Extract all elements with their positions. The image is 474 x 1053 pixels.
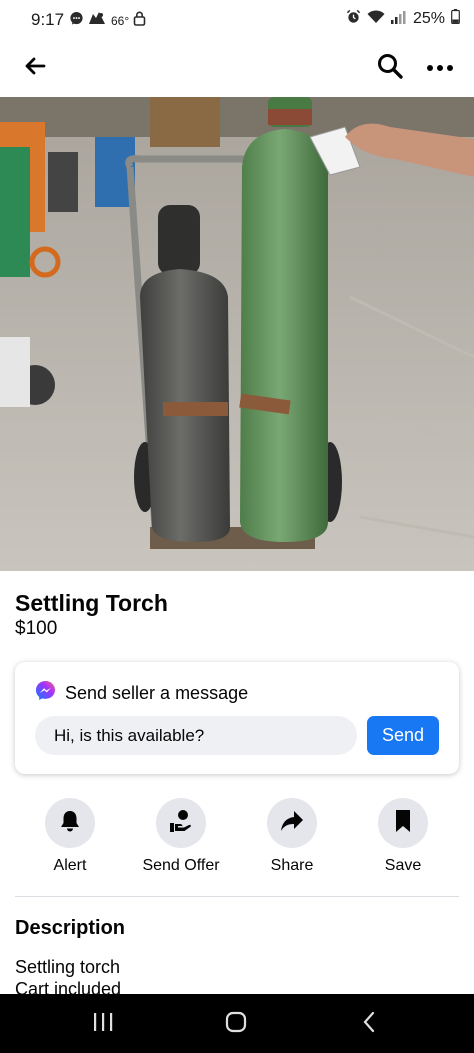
more-horizontal-icon — [426, 59, 454, 77]
message-card-title: Send seller a message — [65, 682, 249, 703]
listing-title: Settling Torch — [15, 590, 168, 616]
send-offer-icon — [168, 808, 194, 839]
wifi-icon — [367, 9, 385, 29]
back-button[interactable] — [19, 52, 51, 84]
status-temperature: 66° — [111, 14, 130, 28]
app-notification-icon — [88, 11, 106, 31]
messenger-icon — [35, 680, 56, 706]
status-time: 9:17 — [31, 10, 65, 29]
top-nav — [0, 40, 474, 96]
message-input[interactable] — [35, 716, 357, 755]
alert-button[interactable]: Alert — [15, 798, 125, 875]
bell-icon — [59, 809, 81, 838]
listing-photo[interactable] — [0, 97, 474, 571]
signal-icon — [390, 10, 407, 29]
home-button[interactable] — [206, 1004, 266, 1044]
alert-label: Alert — [53, 857, 87, 874]
recent-apps-icon — [92, 1012, 114, 1036]
home-icon — [225, 1011, 247, 1038]
battery-icon — [451, 9, 460, 29]
save-label: Save — [384, 857, 422, 874]
more-options-button[interactable] — [424, 52, 456, 84]
bookmark-icon — [394, 809, 412, 838]
share-icon — [280, 810, 304, 837]
recent-apps-button[interactable] — [73, 1004, 133, 1044]
listing-actions: Alert Send Offer Share Save — [0, 798, 474, 888]
save-button[interactable]: Save — [348, 798, 458, 875]
alarm-icon — [346, 9, 361, 29]
message-card-header: Send seller a message — [35, 680, 248, 706]
share-label: Share — [270, 857, 314, 874]
welding-cylinders-cart-image — [0, 97, 474, 571]
status-bar: 9:17 66° 25% — [0, 0, 474, 40]
lock-icon — [133, 11, 146, 31]
send-offer-label: Send Offer — [142, 857, 220, 874]
chevron-left-icon — [362, 1011, 376, 1038]
arrow-left-icon — [23, 54, 47, 83]
system-back-button[interactable] — [339, 1004, 399, 1044]
search-icon — [376, 52, 404, 85]
share-button[interactable]: Share — [237, 798, 347, 875]
send-button[interactable]: Send — [367, 716, 439, 755]
description-heading: Description — [15, 917, 126, 939]
system-navigation-bar — [0, 994, 474, 1053]
messenger-notification-icon — [69, 11, 84, 31]
battery-percentage: 25% — [412, 10, 445, 27]
search-button[interactable] — [374, 52, 406, 84]
divider — [15, 896, 459, 897]
description-line: Settling torch — [15, 957, 121, 977]
message-seller-card: Send seller a message Send — [15, 662, 459, 774]
send-offer-button[interactable]: Send Offer — [126, 798, 236, 875]
listing-price: $100 — [15, 618, 58, 639]
